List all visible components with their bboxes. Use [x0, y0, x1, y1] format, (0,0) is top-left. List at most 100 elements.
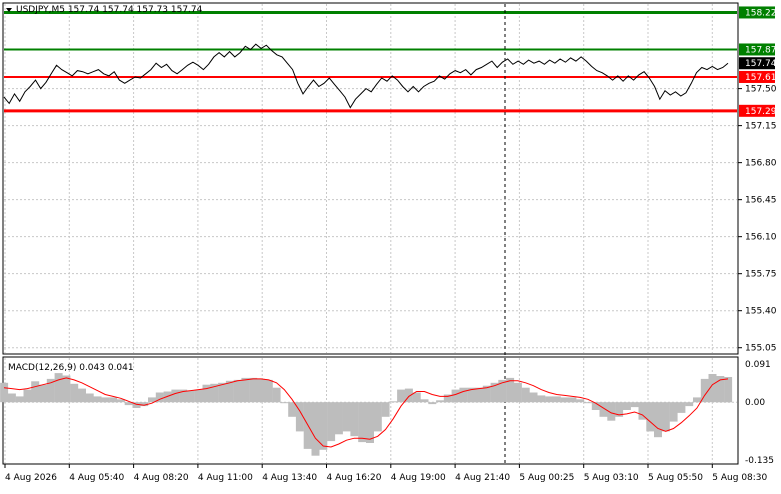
y-tick-label: 157.15	[745, 122, 777, 132]
macd-bar	[654, 402, 662, 438]
x-tick-label: 5 Aug 08:30	[712, 473, 767, 483]
chart-canvas: 157.50 157.15 156.80 156.45 156.10 155.75 155.…	[0, 2, 777, 483]
macd-bar	[646, 402, 655, 432]
macd-bar	[560, 397, 569, 403]
macd-bar	[342, 402, 351, 432]
x-tick-label: 4 Aug 19:00	[391, 473, 446, 483]
macd-bar	[171, 389, 180, 403]
level-label: 158.22	[745, 8, 777, 18]
y-tick-label: 157.50	[745, 85, 777, 95]
macd-bar	[661, 402, 670, 432]
macd-bar	[428, 402, 437, 405]
macd-bar	[451, 389, 460, 403]
y-tick-label: 155.40	[745, 307, 777, 317]
macd-bar	[109, 397, 118, 403]
macd-bar	[568, 397, 577, 403]
macd-bar	[202, 384, 211, 403]
macd-bar	[233, 379, 242, 403]
x-tick-label: 4 Aug 2026	[5, 473, 57, 483]
x-tick-label: 4 Aug 13:40	[262, 473, 317, 483]
macd-bar	[436, 400, 445, 403]
y-tick-label: 156.45	[745, 196, 777, 206]
macd-bar	[630, 402, 639, 408]
macd-bar	[225, 380, 234, 403]
macd-bar	[54, 373, 63, 403]
macd-bar	[70, 383, 79, 403]
macd-bar	[241, 377, 250, 403]
macd-bar	[366, 402, 374, 443]
x-tick-label: 4 Aug 16:20	[327, 473, 382, 483]
macd-bar	[272, 387, 281, 403]
macd-bar	[334, 402, 343, 435]
macd-bar	[280, 402, 289, 404]
macd-bar	[412, 392, 421, 403]
macd-bar	[677, 402, 686, 413]
macd-bar	[78, 388, 86, 403]
macd-bar	[685, 402, 694, 407]
macd-y-tick-label: 0.091	[745, 360, 771, 370]
macd-bar	[552, 396, 561, 403]
level-label: 157.29	[745, 107, 777, 117]
price-axis: 157.50 157.15 156.80 156.45 156.10 155.75 155.…	[738, 85, 777, 354]
x-tick-label: 5 Aug 05:50	[648, 473, 703, 483]
macd-bar	[513, 382, 522, 403]
level-labels: 158.22 157.87 157.61 157.29 157.74	[739, 6, 777, 117]
macd-bar	[101, 397, 110, 403]
x-tick-label: 4 Aug 08:20	[134, 473, 189, 483]
y-tick-label: 156.80	[745, 159, 777, 169]
current-price-label: 157.74	[745, 59, 777, 69]
macd-bar	[693, 397, 701, 403]
macd-bar	[669, 402, 678, 422]
x-tick-label: 5 Aug 00:25	[519, 473, 574, 483]
macd-bar	[475, 387, 483, 403]
macd-bar	[545, 396, 554, 403]
x-tick-label: 5 Aug 03:10	[584, 473, 639, 483]
macd-bar	[358, 402, 367, 443]
macd-bar	[350, 402, 359, 437]
macd-bar	[0, 382, 9, 403]
y-tick-label: 155.75	[745, 270, 777, 280]
macd-bar	[93, 396, 102, 403]
macd-bar	[31, 381, 40, 403]
x-tick-label: 4 Aug 11:00	[198, 473, 253, 483]
macd-bar	[311, 402, 320, 456]
macd-bar	[420, 399, 429, 403]
y-tick-label: 155.05	[745, 344, 777, 354]
macd-bar	[389, 401, 398, 403]
y-tick-label: 156.10	[745, 233, 777, 243]
x-tick-label: 4 Aug 21:40	[455, 473, 510, 483]
macd-bar	[381, 402, 390, 417]
macd-bar	[7, 393, 16, 403]
chart-window: 157.50 157.15 156.80 156.45 156.10 155.75 155.…	[0, 0, 781, 489]
macd-bar	[521, 387, 530, 403]
macd-bar	[249, 377, 258, 403]
macd-bar	[186, 390, 195, 403]
macd-bar	[724, 377, 733, 403]
macd-bar	[15, 396, 24, 403]
macd-bar	[62, 375, 71, 403]
macd-y-tick-label: 0.00	[745, 398, 765, 408]
macd-axis: 0.091 0.00 -0.135	[745, 360, 774, 466]
time-axis: 4 Aug 2026 4 Aug 05:40 4 Aug 08:20 4 Aug 11…	[4, 464, 768, 483]
macd-bar	[23, 389, 32, 403]
macd-bar	[622, 402, 631, 410]
macd-bar	[459, 387, 468, 403]
x-tick-label: 4 Aug 05:40	[69, 473, 124, 483]
macd-bar	[537, 395, 546, 403]
macd-bar	[257, 378, 265, 403]
level-label: 157.87	[745, 45, 777, 55]
macd-bar	[194, 389, 203, 403]
macd-bar	[373, 402, 382, 432]
macd-bar	[327, 402, 336, 442]
macd-y-tick-label: -0.135	[745, 456, 774, 466]
macd-bar	[529, 392, 538, 403]
level-label: 157.61	[745, 73, 777, 83]
symbol-header: USDJPY,M5 157.74 157.74 157.73 157.74	[16, 5, 203, 15]
macd-bar	[584, 402, 592, 404]
macd-bar	[264, 379, 273, 403]
macd-bar	[576, 399, 585, 403]
macd-bar	[39, 384, 47, 403]
macd-bar	[397, 389, 406, 403]
macd-bar	[85, 393, 94, 403]
macd-header: MACD(12,26,9) 0.043 0.041	[8, 363, 134, 373]
